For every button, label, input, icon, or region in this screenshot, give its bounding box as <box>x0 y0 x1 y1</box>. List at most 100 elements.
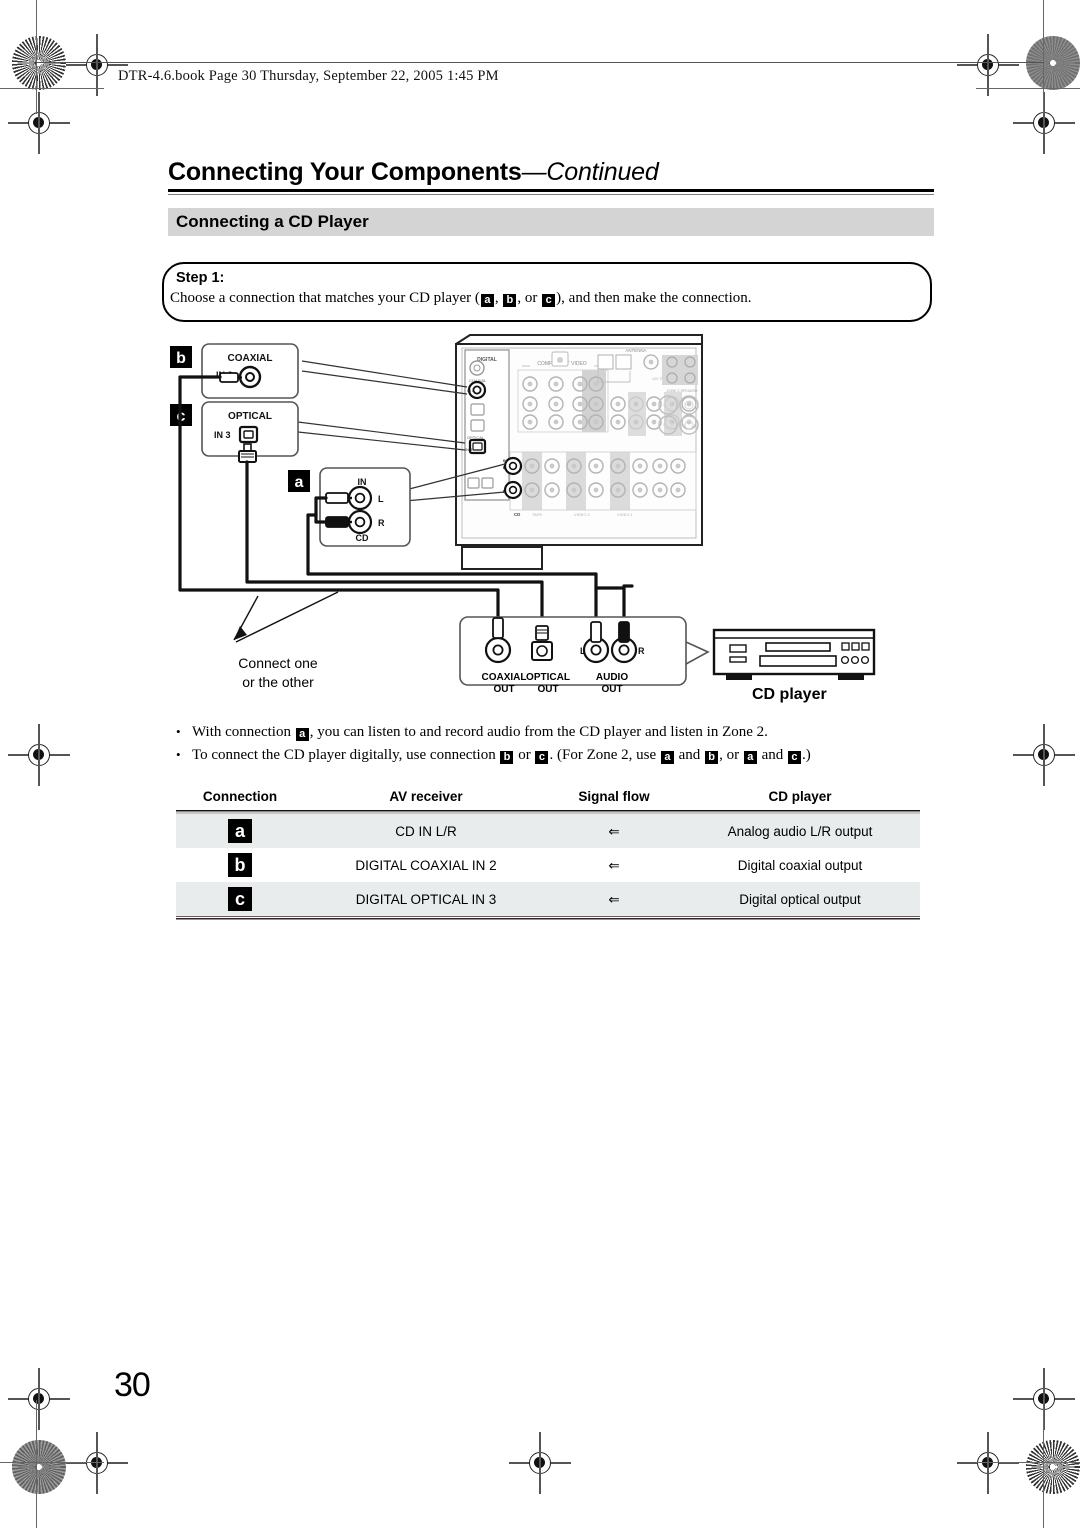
table-header-row: Connection AV receiver Signal flow CD pl… <box>176 786 920 810</box>
svg-text:OPTICAL: OPTICAL <box>228 411 272 422</box>
badge-c-inline: c <box>542 294 556 307</box>
connection-table: Connection AV receiver Signal flow CD pl… <box>176 786 920 920</box>
table-cell-cd-player: Digital coaxial output <box>737 857 863 873</box>
note-text-run: . (For Zone 2, use <box>549 747 660 763</box>
svg-text:L: L <box>580 646 586 656</box>
section-heading-band: Connecting a CD Player <box>168 208 934 236</box>
badge-b-note: b <box>500 751 514 764</box>
note-text-run: , or <box>719 747 743 763</box>
table-cell-signal-flow: ⇐ <box>608 823 620 839</box>
connection-diagram: DIGITAL COAXIAL IN 2 OPTICAL IN 3 COMPON… <box>162 330 932 710</box>
badge-a-table: a <box>228 819 252 843</box>
svg-text:IN 3: IN 3 <box>214 430 231 440</box>
svg-text:CD: CD <box>514 512 520 517</box>
table-header-signal-flow: Signal flow <box>578 789 650 804</box>
table-header-av-receiver: AV receiver <box>389 789 463 804</box>
table-cell-connection: a <box>176 814 304 848</box>
connect-one-or-other-note: Connect one or the other <box>218 654 338 692</box>
step-sep-1: , <box>494 290 503 306</box>
svg-text:IN: IN <box>503 458 507 463</box>
note-text-run: or <box>514 747 535 763</box>
svg-text:CD: CD <box>356 533 369 543</box>
cd-player-caption: CD player <box>752 686 827 703</box>
callout-label-a-text: a <box>295 474 304 491</box>
table-row: c DIGITAL OPTICAL IN 3 ⇐ Digital optical ou… <box>176 882 920 916</box>
note-text-run: and <box>757 747 787 763</box>
note-text-run: , you can listen to and record audio fro… <box>309 724 768 740</box>
table-header-cd-player: CD player <box>768 789 832 804</box>
svg-text:L: L <box>378 494 384 504</box>
note-text: With connection a, you can listen to and… <box>192 724 768 741</box>
table-cell-connection: c <box>176 882 304 916</box>
badge-b-table: b <box>228 853 252 877</box>
svg-text:VIDEO 2: VIDEO 2 <box>574 512 591 517</box>
note-text: To connect the CD player digitally, use … <box>192 747 811 764</box>
svg-text:COAXIAL: COAXIAL <box>228 353 273 364</box>
table-cell-av-receiver: DIGITAL OPTICAL IN 3 <box>355 891 497 907</box>
table-cell-av-receiver: DIGITAL COAXIAL IN 2 <box>355 857 497 873</box>
badge-a-note: a <box>743 751 757 764</box>
svg-text:L: L <box>503 465 506 470</box>
badge-a-note: a <box>660 751 674 764</box>
table-cell-signal-flow: ⇐ <box>608 891 620 907</box>
cd-player-device <box>712 628 876 680</box>
step-instruction: Choose a connection that matches your CD… <box>170 290 752 307</box>
table-header-rule-row <box>176 810 920 814</box>
table-cell-av-receiver: CD IN L/R <box>395 823 457 839</box>
note-text-run: To connect the CD player digitally, use … <box>192 747 500 763</box>
step-sep-2: , or <box>517 290 542 306</box>
svg-text:ANTENNA: ANTENNA <box>626 348 647 353</box>
svg-text:R: R <box>378 518 385 528</box>
cd-audio-out-line-1: AUDIO <box>595 672 629 683</box>
cd-audio-out-line-2: OUT <box>601 684 623 695</box>
connect-note-arrows <box>233 591 339 643</box>
badge-b-note: b <box>705 751 719 764</box>
cd-audio-out-label: AUDIO OUT <box>572 672 652 696</box>
title-rule-thin <box>168 194 934 196</box>
table-row: a CD IN L/R ⇐ Analog audio L/R output <box>176 814 920 848</box>
page-number: 30 <box>114 1366 151 1404</box>
step-text-after: ), and then make the connection. <box>556 290 752 306</box>
svg-text:IN 2: IN 2 <box>467 388 475 393</box>
table-header-connection: Connection <box>202 789 278 804</box>
svg-text:IN: IN <box>358 477 367 487</box>
note-bullet: • <box>176 747 181 762</box>
table-cell-connection: b <box>176 848 304 882</box>
table-cell-cd-player: Digital optical output <box>739 891 861 907</box>
badge-a-inline: a <box>480 294 494 307</box>
step-label: Step 1: <box>176 270 225 286</box>
page-title: Connecting Your Components—Continued <box>168 158 659 187</box>
page-title-main: Connecting Your Components <box>168 158 522 186</box>
callout-label-b-text: b <box>176 350 186 367</box>
notes-list: • With connection a, you can listen to an… <box>176 724 936 770</box>
table-cell-cd-player: Analog audio L/R output <box>727 823 873 839</box>
table-row: b DIGITAL COAXIAL IN 2 ⇐ Digital coaxial ou… <box>176 848 920 882</box>
badge-c-table: c <box>228 887 252 911</box>
badge-a-note: a <box>295 728 309 741</box>
table-cell-signal-flow: ⇐ <box>608 857 620 873</box>
note-item: • With connection a, you can listen to an… <box>176 724 936 741</box>
note-text-run: With connection <box>192 724 295 740</box>
connect-note-line-2: or the other <box>242 674 314 690</box>
note-bullet: • <box>176 724 181 739</box>
note-item: • To connect the CD player digitally, use… <box>176 747 936 764</box>
badge-b-inline: b <box>503 294 517 307</box>
note-text-run: .) <box>801 747 811 763</box>
callout-box-optical: OPTICAL IN 3 <box>201 401 299 463</box>
table-bottom-rule <box>176 916 920 920</box>
page-title-continued: Continued <box>546 158 659 186</box>
connect-note-line-1: Connect one <box>238 655 318 671</box>
badge-c-note: c <box>787 751 801 764</box>
page-body: Connecting Your Components—Continued Con… <box>0 0 1080 1528</box>
section-heading-text: Connecting a CD Player <box>176 212 369 231</box>
svg-text:IN 3: IN 3 <box>465 447 473 452</box>
svg-text:TAPE: TAPE <box>532 512 542 517</box>
table-header-rule <box>176 810 920 814</box>
badge-c-note: c <box>535 751 549 764</box>
svg-text:R: R <box>638 646 645 656</box>
callout-box-cd-in: IN L R CD <box>319 467 411 547</box>
page-title-dash: — <box>521 158 547 186</box>
title-rule-thick <box>168 189 934 192</box>
av-receiver-rear-panel: DIGITAL COAXIAL IN 2 OPTICAL IN 3 COMPON… <box>455 334 703 570</box>
note-text-run: and <box>674 747 705 763</box>
